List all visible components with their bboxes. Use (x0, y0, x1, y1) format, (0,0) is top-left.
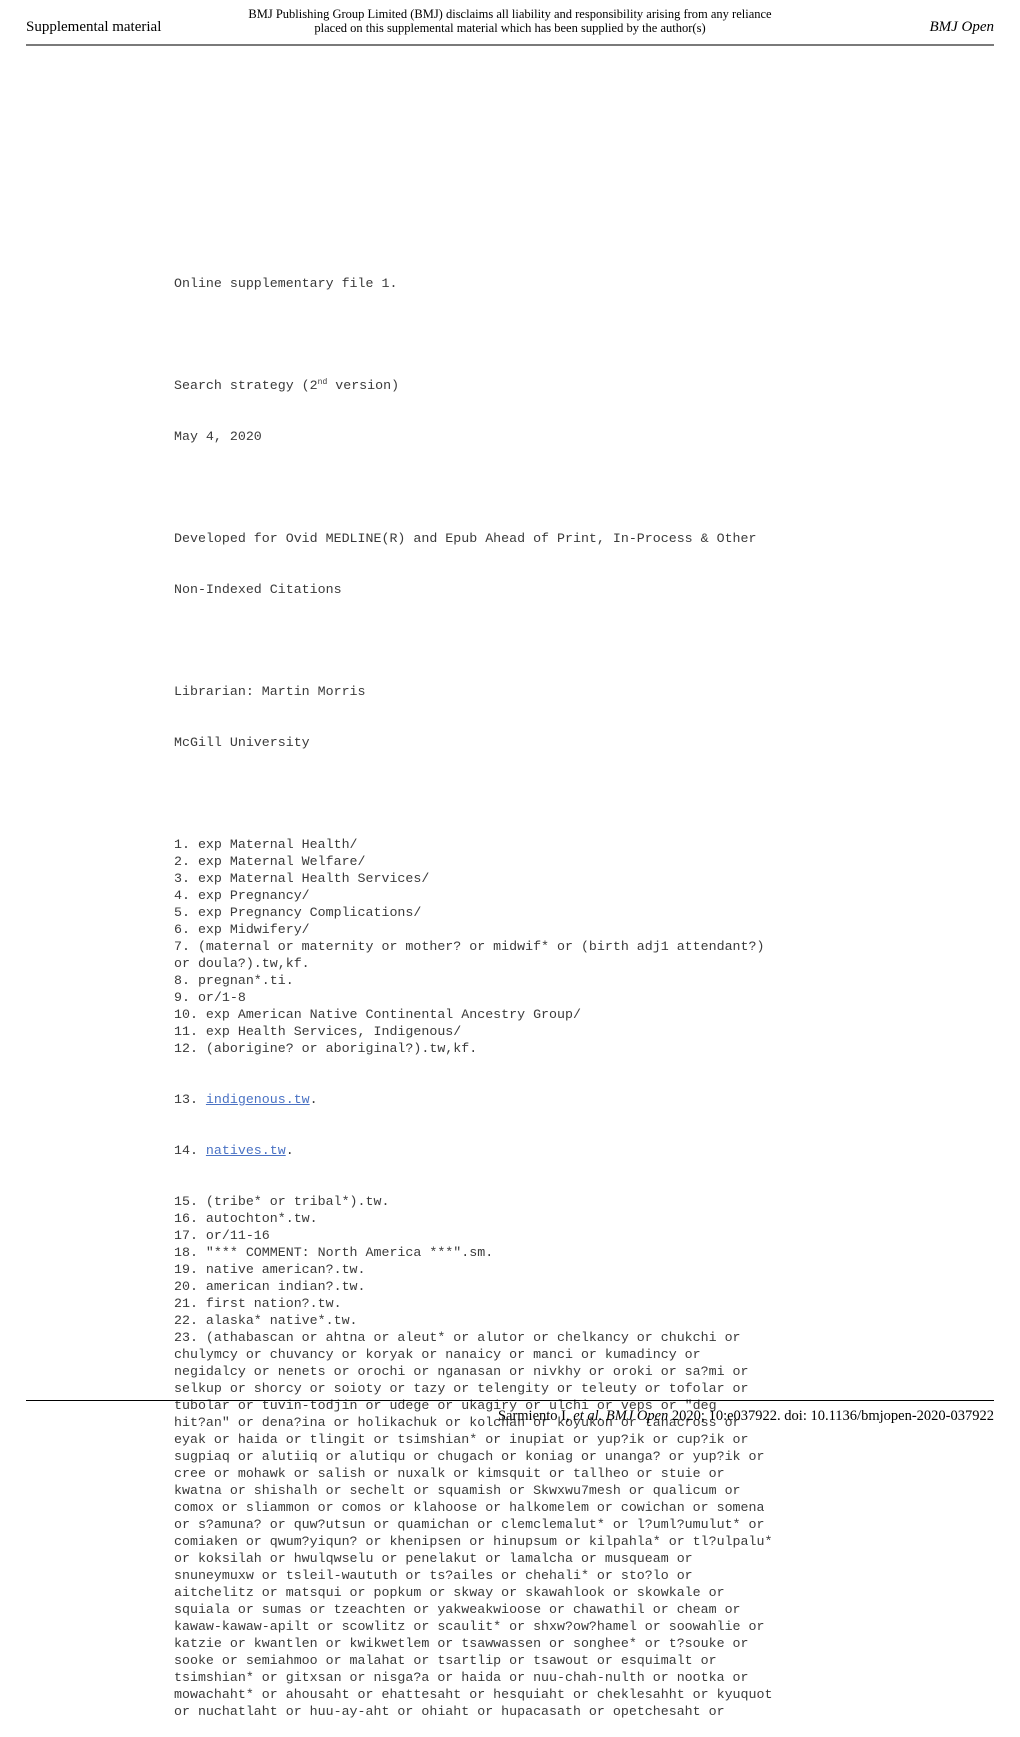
search-line: 20. american indian?.tw. (174, 1279, 366, 1294)
strategy-version-prefix: Search strategy (2 (174, 378, 318, 393)
footer-journal: BMJ Open (602, 1408, 669, 1424)
search-lines: 1. exp Maternal Health/2. exp Maternal W… (174, 836, 874, 1057)
page-header: Supplemental material BMJ Publishing Gro… (26, 0, 994, 46)
search-line: 7. (maternal or maternity or mother? or … (174, 939, 765, 954)
search-line: kawaw-kawaw-apilt or scowlitz or scaulit… (174, 1619, 765, 1634)
search-line: 6. exp Midwifery/ (174, 922, 310, 937)
search-line: sooke or semiahmoo or malahat or tsartli… (174, 1653, 717, 1668)
search-line: 11. exp Health Services, Indigenous/ (174, 1024, 462, 1039)
search-line: kwatna or shishalh or sechelt or squamis… (174, 1483, 741, 1498)
search-line: 9. or/1-8 (174, 990, 246, 1005)
footer-divider (26, 1400, 994, 1401)
developed-for-line-2: Non-Indexed Citations (174, 582, 342, 597)
search-line: 13. indigenous.tw. (174, 1091, 874, 1108)
header-journal-name: BMJ Open (929, 19, 994, 35)
search-line: 3. exp Maternal Health Services/ (174, 871, 430, 886)
strategy-version: Search strategy (2nd version) (174, 377, 874, 394)
search-line: 2. exp Maternal Welfare/ (174, 854, 366, 869)
developed-for-line-1: Developed for Ovid MEDLINE(R) and Epub A… (174, 531, 757, 546)
search-lines: 15. (tribe* or tribal*).tw. 16. autochton… (174, 1193, 874, 1720)
search-line: cree or mohawk or salish or nuxalk or ki… (174, 1466, 725, 1481)
search-line-end: . (309, 1092, 318, 1107)
search-line: 17. or/11-16 (174, 1228, 270, 1243)
search-line: negidalcy or nenets or orochi or nganasa… (174, 1364, 749, 1379)
search-line: 1. exp Maternal Health/ (174, 837, 358, 852)
search-line: comox or sliammon or comos or klahoose o… (174, 1500, 765, 1515)
search-line: selkup or shorcy or soioty or tazy or te… (174, 1381, 749, 1396)
search-line: 12. (aborigine? or aboriginal?).tw,kf. (174, 1041, 478, 1056)
search-strategy-document: Online supplementary file 1. Search stra… (174, 241, 874, 1737)
search-line: 10. exp American Native Continental Ance… (174, 1007, 581, 1022)
footer-etal: et al. (573, 1408, 603, 1424)
footer-authors: Sarmiento I, (497, 1408, 574, 1424)
search-line: 19. native american?.tw. (174, 1262, 366, 1277)
strategy-version-suffix: version) (327, 378, 400, 393)
search-line-number: 14. (174, 1143, 206, 1158)
search-line: eyak or haida or tlingit or tsimshian* o… (174, 1432, 749, 1447)
search-line: 15. (tribe* or tribal*).tw. (174, 1194, 390, 1209)
page-footer-citation: Sarmiento I, et al. BMJ Open 2020; 10:e0… (498, 1408, 994, 1425)
disclaimer-line-2: placed on this supplemental material whi… (314, 21, 706, 35)
search-line: or doula?).tw,kf. (174, 956, 310, 971)
search-line: comiaken or qwum?yiqun? or khenipsen or … (174, 1534, 773, 1549)
strategy-date: May 4, 2020 (174, 429, 262, 444)
search-line: or nuchatlaht or huu-ay-aht or ohiaht or… (174, 1704, 725, 1719)
search-line: katzie or kwantlen or kwikwetlem or tsaw… (174, 1636, 749, 1651)
search-line: squiala or sumas or tzeachten or yakweak… (174, 1602, 741, 1617)
search-line: or s?amuna? or quw?utsun or quamichan or… (174, 1517, 765, 1532)
natives-tw-link[interactable]: natives.tw (206, 1143, 286, 1158)
search-line: 14. natives.tw. (174, 1142, 874, 1159)
librarian-name: Librarian: Martin Morris (174, 684, 366, 699)
footer-citation-details: 2020; 10:e037922. doi: 10.1136/bmjopen-2… (668, 1408, 994, 1424)
search-line: 16. autochton*.tw. (174, 1211, 318, 1226)
strategy-version-ordinal: nd (317, 378, 328, 387)
document-title: Online supplementary file 1. (174, 276, 398, 291)
indigenous-tw-link[interactable]: indigenous.tw (206, 1092, 310, 1107)
search-line: mowachaht* or ahousaht or ehattesaht or … (174, 1687, 773, 1702)
search-line: 4. exp Pregnancy/ (174, 888, 310, 903)
search-line-end: . (285, 1143, 294, 1158)
disclaimer-line-1: BMJ Publishing Group Limited (BMJ) discl… (248, 7, 772, 21)
search-line: 8. pregnan*.ti. (174, 973, 294, 988)
search-line: 23. (athabascan or ahtna or aleut* or al… (174, 1330, 741, 1345)
search-line: sugpiaq or alutiiq or alutiqu or chugach… (174, 1449, 765, 1464)
search-line: 22. alaska* native*.tw. (174, 1313, 358, 1328)
search-line: snuneymuxw or tsleil-waututh or ts?ailes… (174, 1568, 693, 1583)
search-line: chulymcy or chuvancy or koryak or nanaic… (174, 1347, 701, 1362)
search-line: aitchelitz or matsqui or popkum or skway… (174, 1585, 725, 1600)
search-line: 21. first nation?.tw. (174, 1296, 342, 1311)
librarian-institution: McGill University (174, 735, 310, 750)
search-line: or koksilah or hwulqwselu or penelakut o… (174, 1551, 693, 1566)
search-line: 5. exp Pregnancy Complications/ (174, 905, 422, 920)
search-line: 18. "*** COMMENT: North America ***".sm. (174, 1245, 494, 1260)
search-line-number: 13. (174, 1092, 206, 1107)
header-disclaimer: BMJ Publishing Group Limited (BMJ) discl… (26, 7, 994, 35)
search-line: tsimshian* or gitxsan or nisga?a or haid… (174, 1670, 749, 1685)
